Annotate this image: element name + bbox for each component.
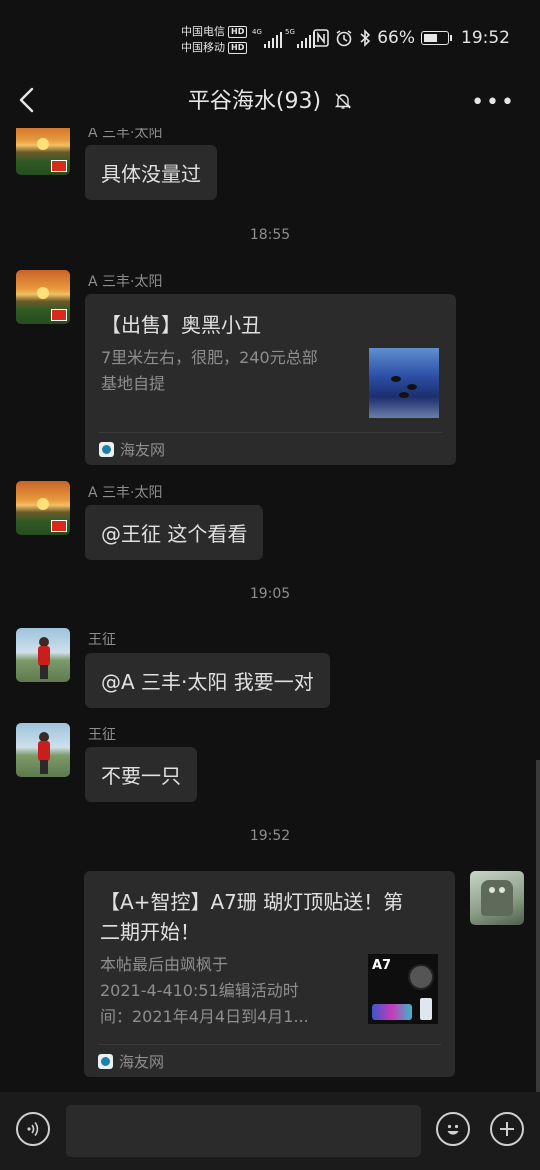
avatar[interactable] — [16, 628, 70, 682]
status-right: 66% 19:52 — [313, 28, 510, 48]
source-site-icon — [99, 442, 114, 457]
link-card[interactable]: 【出售】奥黑小丑 7里米左右，很肥，240元总部 基地自提 海友网 — [85, 294, 456, 465]
link-card-desc-line1: 本帖最后由飒枫于 — [100, 955, 229, 974]
message-bubble[interactable]: 不要一只 — [85, 747, 197, 802]
link-card-source: 海友网 — [99, 439, 165, 460]
avatar[interactable] — [16, 128, 70, 175]
avatar[interactable] — [16, 270, 70, 324]
carrier-2: 中国移动 — [181, 41, 225, 54]
mute-bell-icon — [334, 93, 352, 109]
link-card-desc-line2: 2021-4-410:51编辑活动时 — [100, 981, 299, 1000]
link-card-desc-line1: 7里米左右，很肥，240元总部 — [101, 348, 318, 367]
signal-icon-1: 4G — [252, 28, 282, 48]
link-card-title: 【出售】奥黑小丑 — [101, 313, 261, 337]
clock: 19:52 — [461, 28, 510, 48]
timestamp: 19:05 — [249, 586, 291, 602]
status-bar: 中国电信 HD 中国移动 HD 4G 5G 66% 19:52 — [0, 0, 540, 80]
chat-header: 平谷海水(93) ••• — [0, 80, 540, 128]
source-name: 海友网 — [119, 1053, 165, 1071]
hd-badge-1: HD — [228, 26, 248, 38]
chat-title: 平谷海水(93) — [0, 83, 540, 115]
message-list[interactable]: A 三丰·太阳 具体没量过 18:55 A 三丰·太阳 【出售】奥黑小丑 7里米… — [0, 128, 540, 1090]
message-bubble[interactable]: 具体没量过 — [85, 145, 217, 200]
link-card-desc-line2: 基地自提 — [101, 374, 166, 393]
carrier-info: 中国电信 HD 中国移动 HD — [181, 24, 248, 56]
source-name: 海友网 — [120, 441, 166, 459]
timestamp: 19:52 — [249, 828, 291, 844]
hd-badge-2: HD — [228, 42, 248, 54]
alarm-icon — [336, 30, 352, 47]
avatar[interactable] — [16, 481, 70, 535]
voice-input-icon[interactable] — [16, 1112, 50, 1146]
source-site-icon — [98, 1054, 113, 1069]
more-options-icon[interactable]: ••• — [471, 90, 516, 115]
timestamp: 18:55 — [249, 227, 291, 243]
message-bubble[interactable]: @A 三丰·太阳 我要一对 — [85, 653, 330, 708]
input-bar — [0, 1092, 540, 1170]
carrier-1: 中国电信 — [181, 25, 225, 38]
my-avatar[interactable] — [470, 871, 524, 925]
message-input[interactable] — [66, 1105, 421, 1157]
link-card[interactable]: 【A+智控】A7珊 瑚灯顶贴送！第 二期开始！ 本帖最后由飒枫于 2021-4-… — [84, 871, 455, 1077]
add-more-icon[interactable] — [490, 1112, 524, 1146]
message-bubble[interactable]: @王征 这个看看 — [85, 505, 264, 560]
avatar[interactable] — [16, 723, 70, 777]
thumbnail-text: A7 — [372, 958, 392, 973]
network-type-1: 4G — [252, 28, 262, 36]
link-card-thumbnail: A7 — [368, 954, 438, 1024]
link-card-source: 海友网 — [98, 1051, 164, 1072]
bluetooth-icon — [360, 29, 371, 47]
link-card-title: 【A+智控】A7珊 瑚灯顶贴送！第 二期开始！ — [100, 887, 439, 947]
sender-name: A 三丰·太阳 — [88, 128, 163, 141]
network-type-2: 5G — [285, 28, 295, 36]
sender-name: 王征 — [88, 632, 116, 648]
sender-name: 王征 — [88, 727, 116, 743]
sender-name: A 三丰·太阳 — [88, 485, 163, 501]
scrollbar[interactable] — [536, 760, 540, 1094]
emoji-icon[interactable] — [436, 1112, 470, 1146]
nfc-icon — [313, 29, 330, 47]
group-name: 平谷海水(93) — [187, 89, 322, 114]
signal-icon-2: 5G — [285, 28, 315, 48]
link-card-title-line1: 【A+智控】A7珊 瑚灯顶贴送！第 — [100, 890, 404, 914]
link-card-title-line2: 二期开始！ — [100, 920, 200, 944]
battery-percent: 66% — [377, 28, 415, 48]
link-card-thumbnail — [369, 348, 439, 418]
battery-icon — [421, 31, 452, 45]
sender-name: A 三丰·太阳 — [88, 274, 163, 290]
link-card-desc-line3: 间：2021年4月4日到4月1... — [100, 1007, 309, 1026]
